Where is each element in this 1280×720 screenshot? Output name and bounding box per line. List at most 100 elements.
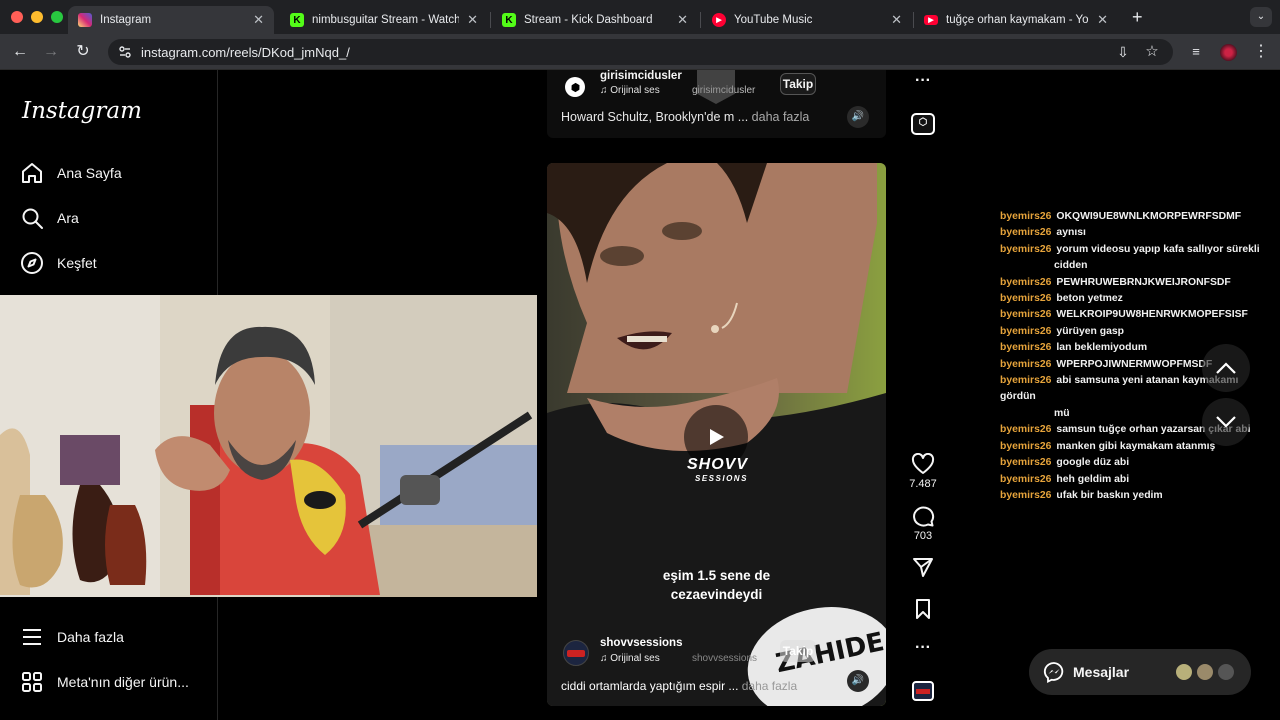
caption-text: Howard Schultz, Brooklyn'de m ... [561, 110, 749, 124]
chat-message: byemirs26 yürüyen gasp [1000, 324, 1266, 340]
chat-text: yorum videosu yapıp kafa sallıyor sürekl… [1056, 243, 1260, 255]
sidebar-item-home[interactable]: Ana Sayfa [20, 160, 122, 186]
more-options-icon[interactable]: ··· [905, 639, 941, 657]
channel-watermark-icon [697, 70, 735, 104]
chat-text: aynısı [1056, 227, 1086, 239]
video-subtitle: eşim 1.5 sene de cezaevindeydi [547, 566, 886, 604]
profile-avatar[interactable] [1220, 44, 1237, 61]
youtube-music-icon: ▶ [712, 13, 726, 27]
caption-more-link[interactable]: daha fazla [752, 110, 810, 124]
chat-username[interactable]: byemirs26 [1000, 490, 1051, 501]
heart-icon [911, 452, 935, 474]
install-app-icon[interactable]: ⇩ [1113, 42, 1133, 62]
sidebar-item-explore[interactable]: Keşfet [20, 250, 97, 276]
chat-text-continued: cidden [1054, 260, 1088, 272]
chat-username[interactable]: byemirs26 [1000, 424, 1051, 435]
chat-username[interactable]: byemirs26 [1000, 326, 1051, 337]
audio-thumbnail[interactable] [905, 681, 941, 701]
chat-username[interactable]: byemirs26 [1000, 309, 1051, 320]
meta-apps-icon [22, 672, 42, 692]
reload-icon[interactable]: ↻ [73, 42, 93, 62]
browser-tab-kick-dashboard[interactable]: K Stream - Kick Dashboard ✕ [492, 6, 698, 34]
music-note-icon: ♫ [600, 85, 611, 96]
top-reel-more-icon[interactable]: ··· [905, 72, 941, 90]
maximize-window-button[interactable] [51, 11, 63, 23]
play-icon [710, 429, 724, 445]
sidebar-item-label: Ana Sayfa [57, 165, 122, 181]
close-tab-icon[interactable]: ✕ [677, 12, 688, 28]
comment-button[interactable]: 703 [905, 505, 941, 542]
reel-username[interactable]: girisimcidusler [600, 70, 682, 82]
next-reel-button[interactable] [1202, 398, 1250, 446]
chat-message: byemirs26 beton yetmez [1000, 291, 1266, 307]
close-tab-icon[interactable]: ✕ [253, 12, 264, 28]
tab-title: YouTube Music [734, 14, 813, 26]
close-tab-icon[interactable]: ✕ [1097, 12, 1108, 28]
chat-username[interactable]: byemirs26 [1000, 211, 1051, 222]
url-text: instagram.com/reels/DKod_jmNqd_/ [141, 44, 350, 60]
volume-icon[interactable]: 🔊 [847, 106, 869, 128]
sidebar-item-search[interactable]: Ara [20, 205, 79, 231]
caption-more-link[interactable]: daha fazla [742, 679, 797, 693]
home-icon [22, 163, 42, 183]
instagram-logo[interactable]: Instagram [22, 98, 142, 124]
bookmark-star-icon[interactable]: ☆ [1142, 42, 1162, 62]
sidebar-item-meta-products[interactable]: Meta'nın diğer ürün... [20, 669, 189, 695]
follow-button[interactable]: Takip [780, 640, 816, 662]
current-reel-card[interactable]: SHOVV SESSIONS eşim 1.5 sene de cezaevin… [547, 163, 886, 706]
new-tab-icon[interactable]: + [1132, 7, 1143, 28]
back-icon[interactable]: ← [10, 42, 30, 62]
reel-audio-user: shovvsessions [692, 653, 758, 664]
site-settings-icon[interactable] [118, 45, 132, 59]
previous-reel-card[interactable]: girisimcidusler ♫ Orijinal ses girisimci… [547, 70, 886, 138]
previous-reel-button[interactable] [1202, 344, 1250, 392]
browser-tab-youtube[interactable]: ▶ tuğçe orhan kaymakam - You ✕ [914, 6, 1118, 34]
like-button[interactable]: 7.487 [905, 452, 941, 490]
close-window-button[interactable] [11, 11, 23, 23]
chat-text: OKQWI9UE8WNLKMORPEWRFSDMF [1056, 211, 1242, 222]
chat-username[interactable]: byemirs26 [1000, 342, 1051, 353]
top-reel-audio-thumb[interactable]: ⬡ [905, 113, 941, 135]
channel-avatar[interactable] [563, 640, 589, 666]
minimize-window-button[interactable] [31, 11, 43, 23]
caption-text: ciddi ortamlarda yaptığım espir ... [561, 679, 739, 693]
reel-audio[interactable]: ♫ Orijinal ses [600, 85, 660, 96]
channel-avatar[interactable] [565, 77, 585, 97]
tab-title: Stream - Kick Dashboard [524, 14, 653, 26]
chat-text: PEWHRUWEBRNJKWEIJRONFSDF [1056, 276, 1231, 288]
volume-icon[interactable]: 🔊 [847, 670, 869, 692]
save-button[interactable] [905, 598, 941, 623]
chat-username[interactable]: byemirs26 [1000, 277, 1051, 288]
reel-audio[interactable]: ♫ Orijinal ses [600, 653, 660, 664]
sidebar-item-more[interactable]: Daha fazla [20, 624, 124, 650]
share-button[interactable] [905, 556, 941, 581]
forward-icon[interactable]: → [41, 42, 61, 62]
close-tab-icon[interactable]: ✕ [891, 12, 902, 28]
chat-text: WELKROIP9UW8HENRWKMOPEFSISF [1056, 309, 1248, 321]
sidebar-item-label: Daha fazla [57, 629, 124, 645]
chat-username[interactable]: byemirs26 [1000, 227, 1051, 238]
chat-username[interactable]: byemirs26 [1000, 375, 1051, 386]
chat-username[interactable]: byemirs26 [1000, 293, 1051, 304]
chat-username[interactable]: byemirs26 [1000, 474, 1051, 485]
browser-menu-icon[interactable]: ⋮ [1251, 42, 1271, 62]
chat-username[interactable]: byemirs26 [1000, 441, 1051, 452]
address-bar[interactable]: instagram.com/reels/DKod_jmNqd_/ [108, 39, 1173, 65]
tab-search-icon[interactable]: ⌄ [1250, 7, 1272, 27]
browser-tab-instagram[interactable]: Instagram ✕ [68, 6, 274, 34]
media-control-icon[interactable]: ≡ [1186, 42, 1206, 62]
messenger-icon [1043, 662, 1064, 683]
chat-username[interactable]: byemirs26 [1000, 359, 1051, 370]
chat-username[interactable]: byemirs26 [1000, 244, 1051, 255]
follow-button[interactable]: Takip [780, 73, 816, 95]
kick-icon: K [502, 13, 516, 27]
browser-tab-nimbusguitar[interactable]: K nimbusguitar Stream - Watch ✕ [280, 6, 488, 34]
reel-username[interactable]: shovvsessions [600, 637, 682, 649]
kick-icon: K [290, 13, 304, 27]
video-watermark: SHOVV SESSIONS [687, 456, 748, 483]
chat-message: byemirs26 WELKROIP9UW8HENRWKMOPEFSISF [1000, 307, 1266, 323]
browser-tab-youtube-music[interactable]: ▶ YouTube Music ✕ [702, 6, 912, 34]
chat-username[interactable]: byemirs26 [1000, 457, 1051, 468]
close-tab-icon[interactable]: ✕ [467, 12, 478, 28]
messages-button[interactable]: Mesajlar [1029, 649, 1251, 695]
